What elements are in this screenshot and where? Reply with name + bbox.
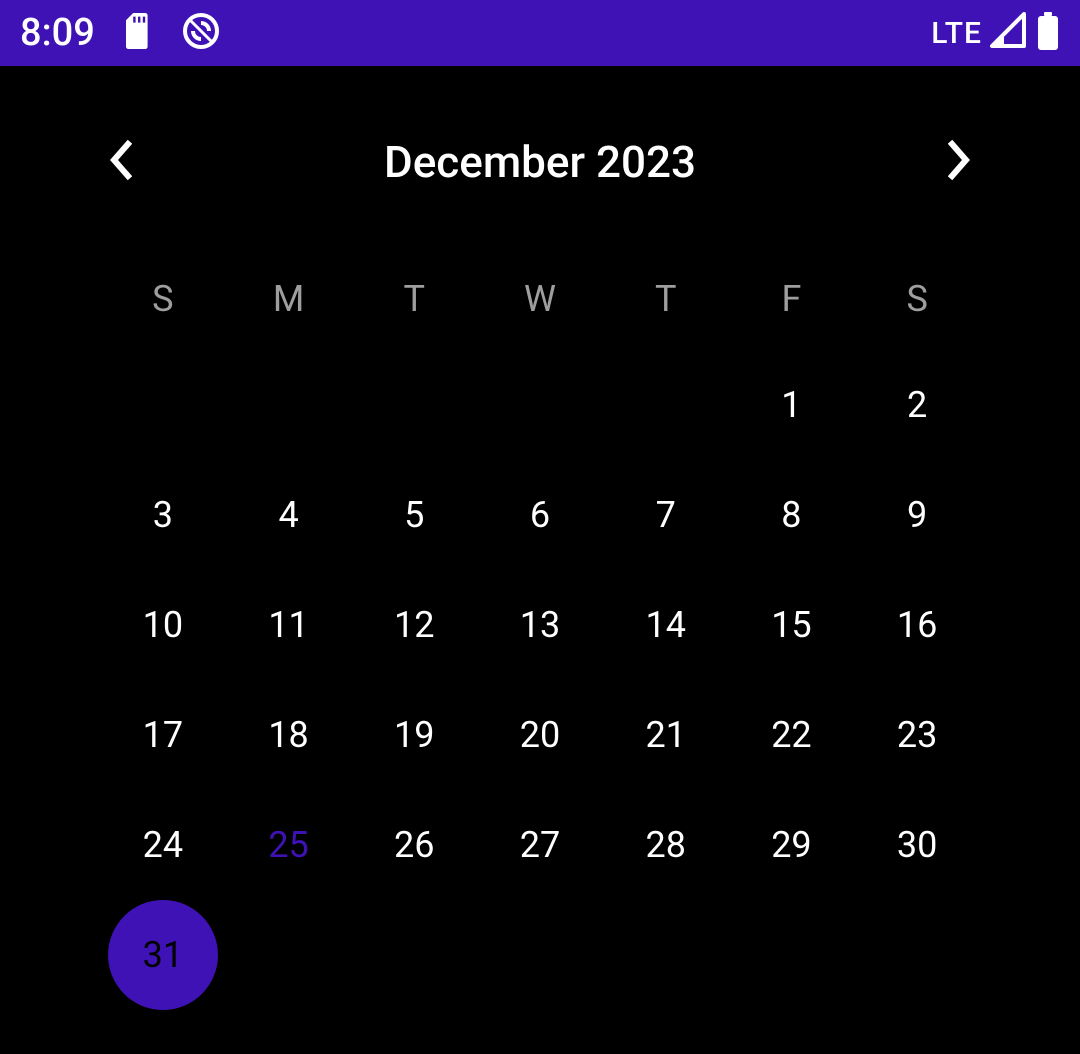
day-number: 29 — [736, 790, 846, 900]
day-cell[interactable]: 8 — [729, 460, 855, 570]
day-cell[interactable]: 10 — [100, 570, 226, 680]
weekday-header: S — [854, 278, 980, 320]
empty-day-cell — [477, 350, 603, 460]
day-number: 13 — [485, 570, 595, 680]
day-number: 8 — [736, 460, 846, 570]
day-cell[interactable]: 1 — [729, 350, 855, 460]
day-number: 16 — [862, 570, 972, 680]
day-number: 3 — [108, 460, 218, 570]
month-title[interactable]: December 2023 — [384, 136, 696, 188]
day-number: 28 — [611, 790, 721, 900]
day-number: 1 — [736, 350, 846, 460]
day-cell[interactable]: 23 — [854, 680, 980, 790]
day-number: 25 — [234, 790, 344, 900]
day-cell[interactable]: 21 — [603, 680, 729, 790]
days-grid: 1234567891011121314151617181920212223242… — [100, 350, 980, 1010]
battery-icon — [1036, 12, 1060, 54]
day-number: 18 — [234, 680, 344, 790]
day-number: 23 — [862, 680, 972, 790]
day-number: 4 — [234, 460, 344, 570]
day-cell[interactable]: 30 — [854, 790, 980, 900]
day-cell[interactable]: 26 — [351, 790, 477, 900]
status-left: 8:09 — [20, 11, 221, 55]
weekday-row: SMTWTFS — [100, 278, 980, 320]
day-number: 12 — [359, 570, 469, 680]
day-number: 9 — [862, 460, 972, 570]
day-number: 7 — [611, 460, 721, 570]
sync-disabled-icon — [181, 11, 221, 55]
weekday-header: S — [100, 278, 226, 320]
empty-day-cell — [603, 350, 729, 460]
day-cell[interactable]: 9 — [854, 460, 980, 570]
day-cell[interactable]: 2 — [854, 350, 980, 460]
day-cell[interactable]: 12 — [351, 570, 477, 680]
day-cell[interactable]: 6 — [477, 460, 603, 570]
day-cell[interactable]: 25 — [226, 790, 352, 900]
day-cell[interactable]: 5 — [351, 460, 477, 570]
day-number: 21 — [611, 680, 721, 790]
weekday-header: T — [603, 278, 729, 320]
status-time: 8:09 — [20, 11, 95, 55]
day-cell[interactable]: 22 — [729, 680, 855, 790]
signal-icon — [990, 12, 1028, 54]
day-cell[interactable]: 11 — [226, 570, 352, 680]
day-number: 15 — [736, 570, 846, 680]
day-cell[interactable]: 15 — [729, 570, 855, 680]
empty-day-cell — [100, 350, 226, 460]
day-number: 2 — [862, 350, 972, 460]
day-cell[interactable]: 7 — [603, 460, 729, 570]
network-label: LTE — [931, 16, 982, 51]
calendar-container: December 2023 SMTWTFS 123456789101112131… — [0, 66, 1080, 1010]
status-bar: 8:09 LTE — [0, 0, 1080, 66]
day-cell[interactable]: 4 — [226, 460, 352, 570]
empty-day-cell — [226, 350, 352, 460]
day-cell[interactable]: 19 — [351, 680, 477, 790]
day-number: 31 — [108, 900, 218, 1010]
day-number: 5 — [359, 460, 469, 570]
chevron-left-icon — [108, 140, 132, 184]
day-cell[interactable]: 31 — [100, 900, 226, 1010]
day-number: 17 — [108, 680, 218, 790]
weekday-header: W — [477, 278, 603, 320]
sd-card-icon — [123, 13, 153, 53]
weekday-header: M — [226, 278, 352, 320]
day-number: 14 — [611, 570, 721, 680]
prev-month-button[interactable] — [100, 142, 140, 182]
calendar-header: December 2023 — [100, 106, 980, 218]
day-number: 22 — [736, 680, 846, 790]
weekday-header: F — [729, 278, 855, 320]
day-number: 20 — [485, 680, 595, 790]
next-month-button[interactable] — [940, 142, 980, 182]
day-number: 10 — [108, 570, 218, 680]
day-cell[interactable]: 18 — [226, 680, 352, 790]
day-cell[interactable]: 27 — [477, 790, 603, 900]
day-number: 30 — [862, 790, 972, 900]
weekday-header: T — [351, 278, 477, 320]
status-right: LTE — [931, 12, 1060, 54]
day-cell[interactable]: 17 — [100, 680, 226, 790]
day-number: 26 — [359, 790, 469, 900]
day-number: 27 — [485, 790, 595, 900]
day-cell[interactable]: 16 — [854, 570, 980, 680]
day-cell[interactable]: 13 — [477, 570, 603, 680]
day-number: 11 — [234, 570, 344, 680]
day-cell[interactable]: 20 — [477, 680, 603, 790]
day-cell[interactable]: 3 — [100, 460, 226, 570]
day-number: 24 — [108, 790, 218, 900]
day-number: 19 — [359, 680, 469, 790]
day-cell[interactable]: 28 — [603, 790, 729, 900]
day-cell[interactable]: 24 — [100, 790, 226, 900]
empty-day-cell — [351, 350, 477, 460]
chevron-right-icon — [948, 140, 972, 184]
day-cell[interactable]: 14 — [603, 570, 729, 680]
day-number: 6 — [485, 460, 595, 570]
day-cell[interactable]: 29 — [729, 790, 855, 900]
